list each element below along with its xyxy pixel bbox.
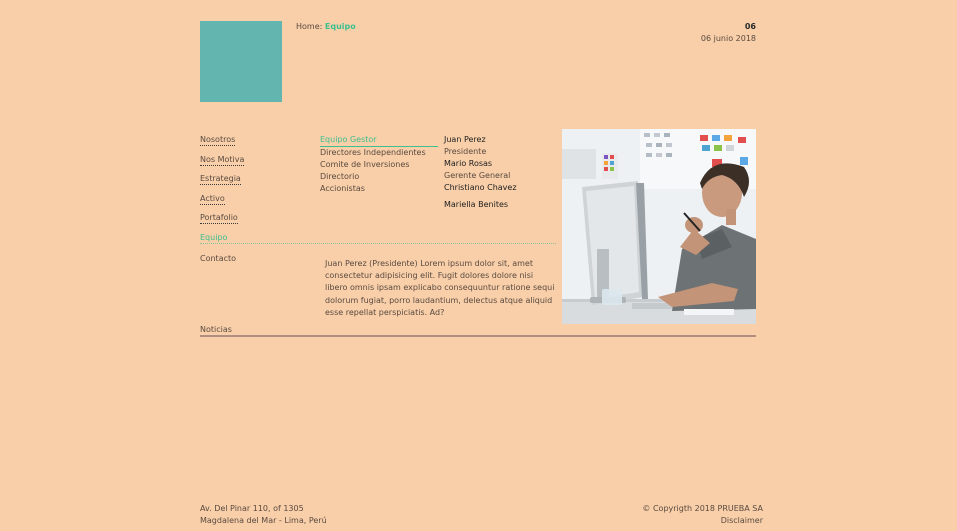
nav-item-nos-motiva[interactable]: Nos Motiva bbox=[200, 155, 245, 166]
nav-item-activo[interactable]: Activo bbox=[200, 194, 225, 205]
breadcrumb: Home: Equipo bbox=[296, 22, 356, 31]
footer-address-line2: Magdalena del Mar - Lima, Perú bbox=[200, 516, 327, 525]
person-role: Gerente General bbox=[444, 171, 511, 180]
person-name[interactable]: Mario Rosas bbox=[444, 159, 492, 168]
nav-item-noticias[interactable]: Noticias bbox=[200, 325, 232, 334]
date-text: 06 junio 2018 bbox=[700, 34, 756, 43]
subnav-accionistas[interactable]: Accionistas bbox=[320, 184, 365, 193]
footer-disclaimer-link[interactable]: Disclaimer bbox=[612, 516, 763, 525]
section-divider bbox=[200, 243, 556, 244]
breadcrumb-current: Equipo bbox=[324, 22, 356, 31]
subnav-equipo-gestor[interactable]: Equipo Gestor bbox=[320, 135, 377, 144]
subnav-directores-independientes[interactable]: Directores Independientes bbox=[320, 148, 426, 157]
nav-item-portafolio[interactable]: Portafolio bbox=[200, 213, 238, 224]
date-number: 06 bbox=[744, 22, 756, 31]
nav-item-equipo[interactable]: Equipo bbox=[200, 233, 227, 242]
subnav-comite-inversiones[interactable]: Comite de Inversiones bbox=[320, 160, 409, 169]
person-name[interactable]: Mariella Benites bbox=[444, 200, 508, 209]
content-bottom-rule bbox=[200, 335, 756, 337]
footer-address-line1: Av. Del Pinar 110, of 1305 bbox=[200, 504, 304, 513]
person-name[interactable]: Christiano Chavez bbox=[444, 183, 517, 192]
person-bio: Juan Perez (Presidente) Lorem ipsum dolo… bbox=[325, 259, 555, 317]
nav-item-nosotros[interactable]: Nosotros bbox=[200, 135, 236, 146]
subnav-active-underline bbox=[320, 146, 438, 147]
footer-copyright: © Copyrigth 2018 PRUEBA SA bbox=[642, 504, 763, 513]
nav-item-contacto[interactable]: Contacto bbox=[200, 254, 236, 263]
team-member-photo bbox=[562, 129, 756, 324]
nav-item-estrategia[interactable]: Estrategia bbox=[200, 174, 241, 185]
breadcrumb-home[interactable]: Home: bbox=[296, 22, 322, 31]
person-role: Presidente bbox=[444, 147, 487, 156]
logo[interactable] bbox=[200, 21, 282, 102]
person-name[interactable]: Juan Perez bbox=[444, 135, 486, 144]
subnav-directorio[interactable]: Directorio bbox=[320, 172, 359, 181]
